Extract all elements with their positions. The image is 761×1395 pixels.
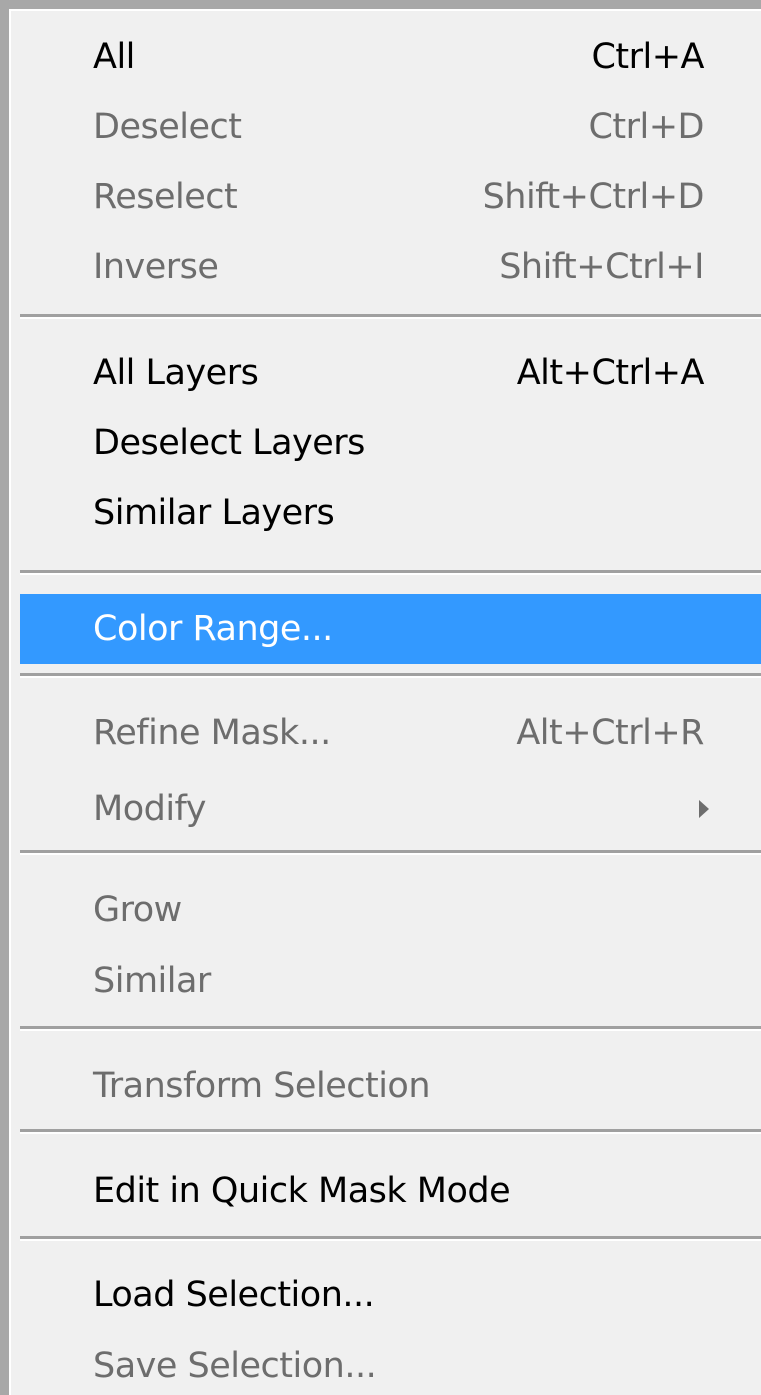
menu-item-label: Refine Mask... bbox=[93, 713, 331, 753]
menu-item-label: Save Selection... bbox=[93, 1346, 377, 1386]
menu-separator bbox=[20, 570, 761, 575]
menu-item-shortcut: Alt+Ctrl+R bbox=[516, 713, 704, 753]
menu-separator bbox=[20, 1236, 761, 1241]
menu-item-grow[interactable]: Grow bbox=[20, 875, 761, 945]
submenu-arrow-icon bbox=[699, 800, 709, 818]
menu-item-label: Modify bbox=[93, 789, 206, 829]
menu-item-deselect[interactable]: Deselect Ctrl+D bbox=[20, 92, 761, 162]
menu-item-color-range[interactable]: Color Range... bbox=[20, 594, 761, 664]
menu-item-shortcut: Shift+Ctrl+D bbox=[482, 177, 705, 217]
menu-item-reselect[interactable]: Reselect Shift+Ctrl+D bbox=[20, 162, 761, 232]
menu-item-label: Grow bbox=[93, 890, 182, 930]
menu-item-label: Similar bbox=[93, 961, 211, 1001]
menu-item-deselect-layers[interactable]: Deselect Layers bbox=[20, 408, 761, 478]
menu-item-modify[interactable]: Modify bbox=[20, 774, 761, 844]
menu-border-highlight-top bbox=[9, 9, 761, 11]
menu-item-label: Color Range... bbox=[93, 609, 333, 649]
menu-item-inverse[interactable]: Inverse Shift+Ctrl+I bbox=[20, 232, 761, 302]
menu-item-label: Reselect bbox=[93, 177, 238, 217]
select-menu: All Ctrl+A Deselect Ctrl+D Reselect Shif… bbox=[0, 0, 761, 1395]
menu-item-label: All Layers bbox=[93, 353, 259, 393]
menu-item-load-selection[interactable]: Load Selection... bbox=[20, 1260, 761, 1330]
menu-separator bbox=[20, 314, 761, 319]
menu-border-highlight-left bbox=[9, 9, 11, 1395]
menu-item-save-selection[interactable]: Save Selection... bbox=[20, 1331, 761, 1395]
menu-item-label: Edit in Quick Mask Mode bbox=[93, 1171, 511, 1211]
menu-item-label: Inverse bbox=[93, 247, 219, 287]
menu-item-edit-quick-mask[interactable]: Edit in Quick Mask Mode bbox=[20, 1156, 761, 1226]
menu-item-shortcut: Shift+Ctrl+I bbox=[499, 247, 704, 287]
menu-item-label: All bbox=[93, 37, 135, 77]
menu-item-label: Similar Layers bbox=[93, 493, 335, 533]
menu-item-transform-selection[interactable]: Transform Selection bbox=[20, 1051, 761, 1121]
menu-separator bbox=[20, 1129, 761, 1134]
menu-item-label: Transform Selection bbox=[93, 1066, 431, 1106]
menu-separator bbox=[20, 850, 761, 855]
menu-separator bbox=[20, 673, 761, 678]
menu-item-all[interactable]: All Ctrl+A bbox=[20, 22, 761, 92]
menu-item-all-layers[interactable]: All Layers Alt+Ctrl+A bbox=[20, 338, 761, 408]
menu-item-label: Load Selection... bbox=[93, 1275, 375, 1315]
menu-item-shortcut: Ctrl+A bbox=[591, 37, 704, 77]
menu-item-label: Deselect Layers bbox=[93, 423, 365, 463]
menu-item-similar[interactable]: Similar bbox=[20, 946, 761, 1016]
menu-item-label: Deselect bbox=[93, 107, 242, 147]
menu-item-shortcut: Alt+Ctrl+A bbox=[516, 353, 705, 393]
menu-item-refine-mask[interactable]: Refine Mask... Alt+Ctrl+R bbox=[20, 698, 761, 768]
menu-separator bbox=[20, 1026, 761, 1031]
menu-item-shortcut: Ctrl+D bbox=[588, 107, 704, 147]
menu-item-similar-layers[interactable]: Similar Layers bbox=[20, 478, 761, 548]
